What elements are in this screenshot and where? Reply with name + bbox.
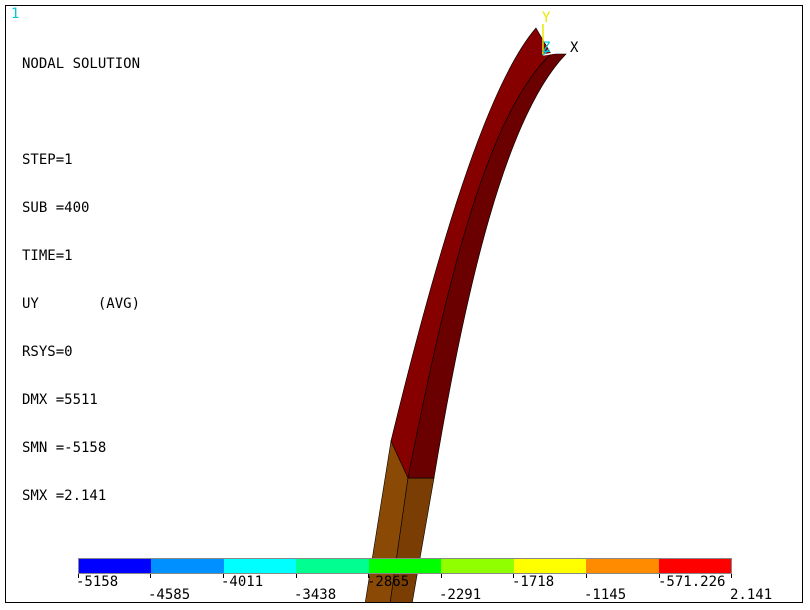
legend-label-top-3: -2865 [367,574,410,590]
legend-label-bottom-5: 2.141 [730,587,773,603]
legend-swatch-9 [658,559,731,573]
x-axis-label: X [570,40,579,56]
graphics-window: 1 NODAL SOLUTION STEP=1 SUB =400 TIME=1 … [5,5,803,603]
legend-tick-8 [586,574,587,578]
z-axis-label: Z [542,40,551,56]
legend-tick-5 [368,574,369,578]
legend-tick-3 [223,574,224,578]
legend-tick-2 [150,574,151,578]
legend-tick-1 [78,574,79,578]
model-viewport [365,24,579,602]
legend-label-bottom-4: -1145 [584,587,627,603]
y-axis-label: Y [542,10,551,26]
legend-tick-7 [513,574,514,578]
legend-swatch-2 [151,559,224,573]
legend-swatch-6 [441,559,514,573]
legend-swatch-7 [513,559,587,573]
legend-swatch-4 [296,559,369,573]
legend-tick-10 [731,574,732,578]
contour-legend-bar [78,558,732,574]
legend-tick-6 [441,574,442,578]
legend-label-top-5: -571.226 [658,574,726,590]
legend-label-top-4: -1718 [512,574,555,590]
legend-swatch-1 [79,559,152,573]
legend-swatch-8 [586,559,659,573]
legend-tick-9 [659,574,660,578]
legend-label-top-2: -4011 [221,574,264,590]
legend-tick-4 [296,574,297,578]
legend-swatch-5 [368,559,442,573]
legend-label-top-1: -5158 [76,574,119,590]
legend-swatch-3 [223,559,297,573]
legend-label-bottom-3: -2291 [439,587,482,603]
legend-label-bottom-1: -4585 [148,587,191,603]
legend-label-bottom-2: -3438 [294,587,337,603]
